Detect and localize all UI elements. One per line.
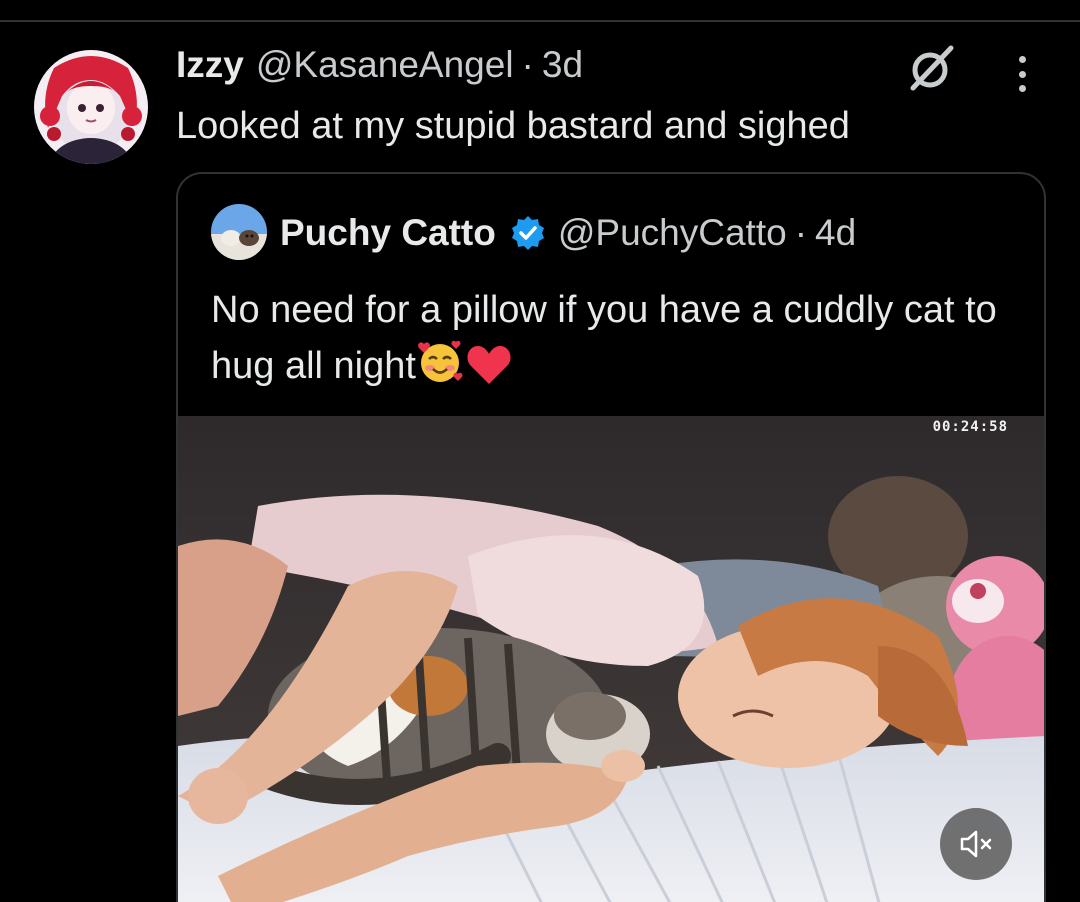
tweet-time[interactable]: 3d	[542, 44, 583, 86]
quoted-header: Puchy Catto @PuchyCatto · 4d	[280, 208, 856, 258]
video-player[interactable]: 00:24:58	[178, 416, 1044, 902]
tweet-header: Izzy @KasaneAngel · 3d	[176, 44, 583, 96]
red-heart-icon	[467, 346, 511, 384]
quoted-tweet-card[interactable]: Puchy Catto @PuchyCatto · 4d No need for…	[176, 172, 1046, 902]
video-timestamp: 00:24:58	[932, 419, 1008, 435]
top-divider	[0, 20, 1080, 22]
verified-badge-icon	[511, 216, 544, 250]
avatar[interactable]	[34, 50, 148, 164]
quoted-author-handle[interactable]: @PuchyCatto	[558, 212, 787, 254]
speaker-muted-icon	[960, 830, 992, 858]
quoted-text-body: No need for a pillow if you have a cuddl…	[211, 289, 997, 387]
tweet-text: Looked at my stupid bastard and sighed	[176, 105, 850, 147]
author-handle[interactable]: @KasaneAngel	[256, 44, 514, 86]
quoted-avatar[interactable]	[211, 204, 267, 260]
more-options-icon[interactable]	[1000, 52, 1044, 96]
separator-dot: ·	[521, 44, 534, 85]
anime-avatar-icon	[34, 50, 148, 164]
quoted-separator-dot: ·	[794, 212, 808, 253]
quoted-time[interactable]: 4d	[815, 212, 856, 254]
smiling-face-with-hearts-icon	[418, 340, 463, 382]
quoted-author-name[interactable]: Puchy Catto	[280, 212, 496, 254]
quoted-text: No need for a pillow if you have a cuddl…	[211, 282, 1011, 394]
video-frame-illustration	[178, 416, 1044, 902]
mute-button[interactable]	[940, 808, 1012, 880]
grok-icon[interactable]	[903, 44, 957, 92]
author-name[interactable]: Izzy	[176, 44, 244, 86]
cat-avatar-icon	[211, 204, 267, 260]
